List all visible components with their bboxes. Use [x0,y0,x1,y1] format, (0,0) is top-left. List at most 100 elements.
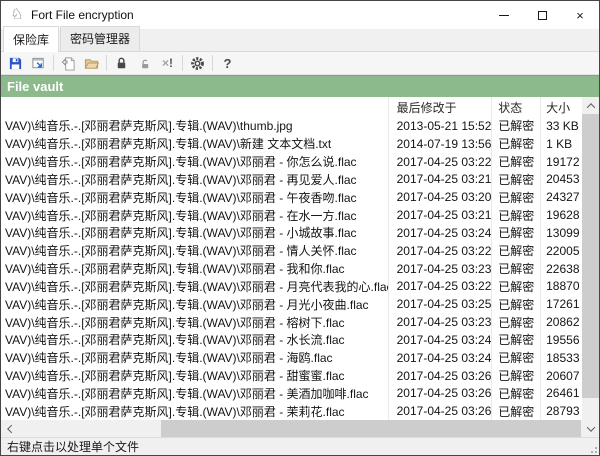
folder-icon [84,56,99,71]
cell-modified: 2017-04-25 03:22 [388,153,492,171]
title-bar: ♘ Fort File encryption × [1,1,599,29]
maximize-button[interactable] [523,1,561,29]
table-row[interactable]: VAV)\纯音乐.-.[邓丽君萨克斯风].专辑.(WAV)\邓丽君 - 月光小夜… [1,295,582,313]
column-header-modified[interactable]: 最后修改于 [388,97,492,117]
cell-path: VAV)\纯音乐.-.[邓丽君萨克斯风].专辑.(WAV)\邓丽君 - 茉莉花.… [1,402,388,420]
save-floppy-icon [8,56,23,71]
v-scroll-thumb[interactable] [582,114,599,398]
cell-status: 已解密 [491,349,540,367]
cell-size: 1 KB [540,135,582,153]
toolbar-open-vault-button[interactable] [27,53,50,74]
table-row[interactable]: VAV)\纯音乐.-.[邓丽君萨克斯风].专辑.(WAV)\邓丽君 - 美酒加咖… [1,384,582,402]
tab-vault[interactable]: 保险库 [3,26,59,52]
table-row[interactable]: VAV)\纯音乐.-.[邓丽君萨克斯风].专辑.(WAV)\邓丽君 - 水长流.… [1,331,582,349]
table-row[interactable]: VAV)\纯音乐.-.[邓丽君萨克斯风].专辑.(WAV)\邓丽君 - 榕树下.… [1,313,582,331]
chevron-left-icon [7,424,15,432]
status-text: 右键点击以处理单个文件 [7,438,139,455]
toolbar-unlock-button[interactable] [133,53,156,74]
cell-status: 已解密 [491,242,540,260]
toolbar-lock-button[interactable] [110,53,133,74]
cell-size: 19628 KB [540,206,582,224]
cell-modified: 2017-04-25 03:26 [388,384,492,402]
cell-modified: 2017-04-25 03:24 [388,349,492,367]
cell-status: 已解密 [491,384,540,402]
cell-status: 已解密 [491,277,540,295]
cell-modified: 2017-04-25 03:26 [388,367,492,385]
file-table: 最后修改于 状态 大小 VAV)\纯音乐.-.[邓丽君萨克斯风].专辑.(WAV… [1,97,599,437]
h-scroll-thumb[interactable] [161,420,581,437]
cell-path: VAV)\纯音乐.-.[邓丽君萨克斯风].专辑.(WAV)\邓丽君 - 月亮代表… [1,277,388,295]
cell-status: 已解密 [491,135,540,153]
column-header-name[interactable] [1,97,388,117]
table-row[interactable]: VAV)\纯音乐.-.[邓丽君萨克斯风].专辑.(WAV)\thumb.jpg2… [1,117,582,135]
table-header: 最后修改于 状态 大小 [1,97,582,117]
cell-modified: 2017-04-25 03:21 [388,170,492,188]
table-row[interactable]: VAV)\纯音乐.-.[邓丽君萨克斯风].专辑.(WAV)\邓丽君 - 小城故事… [1,224,582,242]
table-row[interactable]: VAV)\纯音乐.-.[邓丽君萨克斯风].专辑.(WAV)\邓丽君 - 再见爱人… [1,170,582,188]
cell-path: VAV)\纯音乐.-.[邓丽君萨克斯风].专辑.(WAV)\邓丽君 - 甜蜜蜜.… [1,367,388,385]
scroll-down-button[interactable] [582,420,599,437]
v-scrollbar[interactable] [582,97,599,437]
cell-path: VAV)\纯音乐.-.[邓丽君萨克斯风].专辑.(WAV)\邓丽君 - 月光小夜… [1,295,388,313]
cell-path: VAV)\纯音乐.-.[邓丽君萨克斯风].专辑.(WAV)\邓丽君 - 小城故事… [1,224,388,242]
minimize-button[interactable] [485,1,523,29]
toolbar-new-file-button[interactable] [57,53,80,74]
table-row[interactable]: VAV)\纯音乐.-.[邓丽君萨克斯风].专辑.(WAV)\邓丽君 - 在水一方… [1,206,582,224]
cell-path: VAV)\纯音乐.-.[邓丽君萨克斯风].专辑.(WAV)\邓丽君 - 美酒加咖… [1,384,388,402]
table-row[interactable]: VAV)\纯音乐.-.[邓丽君萨克斯风].专辑.(WAV)\邓丽君 - 月亮代表… [1,277,582,295]
cell-path: VAV)\纯音乐.-.[邓丽君萨克斯风].专辑.(WAV)\邓丽君 - 我和你.… [1,260,388,278]
cell-modified: 2017-04-25 03:22 [388,242,492,260]
table-row[interactable]: VAV)\纯音乐.-.[邓丽君萨克斯风].专辑.(WAV)\邓丽君 - 甜蜜蜜.… [1,367,582,385]
toolbar-help-button[interactable]: ? [216,53,239,74]
cell-size: 26461 KB [540,384,582,402]
vault-header: File vault [1,75,599,97]
table-row[interactable]: VAV)\纯音乐.-.[邓丽君萨克斯风].专辑.(WAV)\邓丽君 - 我和你.… [1,260,582,278]
close-button[interactable]: × [561,1,599,29]
cell-size: 24327 KB [540,188,582,206]
cell-modified: 2017-04-25 03:25 [388,295,492,313]
cell-size: 20453 KB [540,170,582,188]
toolbar-open-folder-button[interactable] [80,53,103,74]
cell-size: 13099 KB [540,224,582,242]
cell-status: 已解密 [491,170,540,188]
cell-size: 20862 KB [540,313,582,331]
toolbar-separator [53,55,54,71]
scroll-left-button[interactable] [1,420,18,437]
cell-size: 19172 KB [540,153,582,171]
cell-status: 已解密 [491,153,540,171]
h-scroll-track[interactable] [18,420,582,437]
tab-password-manager[interactable]: 密码管理器 [60,26,140,51]
gear-icon [190,56,205,71]
resize-grip[interactable] [587,443,597,453]
table-row[interactable]: VAV)\纯音乐.-.[邓丽君萨克斯风].专辑.(WAV)\邓丽君 - 情人关怀… [1,242,582,260]
scroll-up-button[interactable] [582,97,599,114]
table-row[interactable]: VAV)\纯音乐.-.[邓丽君萨克斯风].专辑.(WAV)\邓丽君 - 你怎么说… [1,153,582,171]
table-row[interactable]: VAV)\纯音乐.-.[邓丽君萨克斯风].专辑.(WAV)\邓丽君 - 海鸥.f… [1,349,582,367]
cell-modified: 2017-04-25 03:24 [388,331,492,349]
cell-modified: 2017-04-25 03:24 [388,224,492,242]
minimize-icon [499,15,509,16]
table-row[interactable]: VAV)\纯音乐.-.[邓丽君萨克斯风].专辑.(WAV)\邓丽君 - 午夜香吻… [1,188,582,206]
cell-path: VAV)\纯音乐.-.[邓丽君萨克斯风].专辑.(WAV)\邓丽君 - 榕树下.… [1,313,388,331]
toolbar-close-file-button[interactable]: ×! [156,53,179,74]
column-header-status[interactable]: 状态 [491,97,540,117]
cell-modified: 2017-04-25 03:26 [388,402,492,420]
cell-modified: 2017-04-25 03:21 [388,206,492,224]
cell-size: 20607 KB [540,367,582,385]
toolbar-save-button[interactable] [4,53,27,74]
h-scrollbar[interactable] [1,420,582,437]
v-scroll-track[interactable] [582,114,599,420]
cell-status: 已解密 [491,331,540,349]
x-exclaim-icon: ×! [162,56,173,70]
toolbar: ×! ? [1,52,599,75]
table-row[interactable]: VAV)\纯音乐.-.[邓丽君萨克斯风].专辑.(WAV)\邓丽君 - 茉莉花.… [1,402,582,420]
cell-path: VAV)\纯音乐.-.[邓丽君萨克斯风].专辑.(WAV)\邓丽君 - 午夜香吻… [1,188,388,206]
lock-icon [114,56,129,71]
cell-status: 已解密 [491,402,540,420]
cell-path: VAV)\纯音乐.-.[邓丽君萨克斯风].专辑.(WAV)\thumb.jpg [1,117,388,135]
column-header-size[interactable]: 大小 [540,97,582,117]
new-file-icon [61,56,76,71]
cell-status: 已解密 [491,117,540,135]
toolbar-settings-button[interactable] [186,53,209,74]
table-row[interactable]: VAV)\纯音乐.-.[邓丽君萨克斯风].专辑.(WAV)\新建 文本文档.tx… [1,135,582,153]
